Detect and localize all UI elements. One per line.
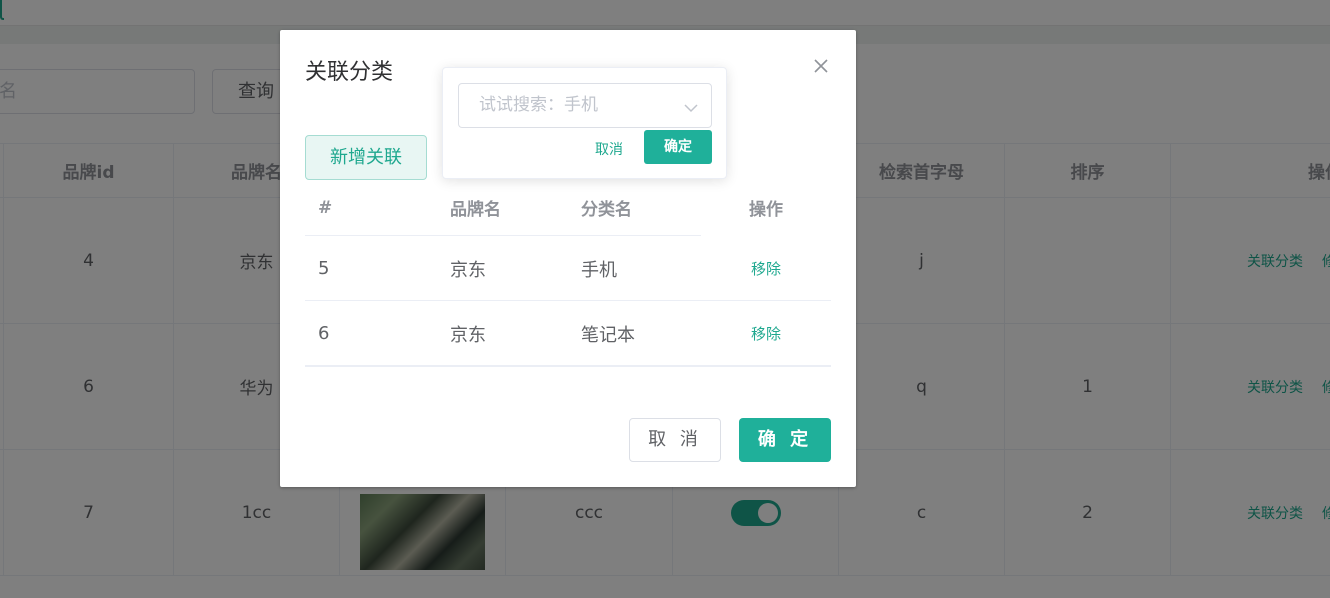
header-brand-name: 品牌名: [450, 200, 501, 220]
dialog-title: 关联分类: [305, 60, 394, 85]
dialog-confirm-label: 确 定: [757, 429, 813, 450]
header-index: #: [318, 197, 333, 218]
popover-cancel-button[interactable]: 取消: [595, 139, 623, 159]
table-row: 6 京东 笔记本 移除: [305, 302, 831, 367]
relation-actions: 移除: [701, 237, 831, 300]
relation-brand: 京东: [450, 324, 486, 346]
relation-id: 6: [318, 323, 330, 344]
header-category-name: 分类名: [581, 200, 632, 220]
add-relation-button[interactable]: 新增关联: [305, 135, 427, 180]
relation-actions: 移除: [701, 302, 831, 365]
add-relation-label: 新增关联: [330, 147, 402, 168]
category-select-popover: 试试搜索：手机 取消 确定: [442, 67, 727, 179]
header-actions: 操作: [749, 200, 783, 220]
dialog-confirm-button[interactable]: 确 定: [739, 418, 831, 462]
popover-confirm-label: 确定: [664, 139, 692, 155]
relation-category: 手机: [581, 259, 617, 281]
relation-brand: 京东: [450, 259, 486, 281]
chevron-down-icon: [683, 99, 699, 113]
category-select-placeholder: 试试搜索：手机: [479, 95, 598, 115]
remove-link[interactable]: 移除: [751, 323, 781, 344]
dialog-cancel-label: 取 消: [648, 429, 702, 450]
close-icon[interactable]: [811, 56, 831, 76]
popover-confirm-button[interactable]: 确定: [644, 130, 712, 164]
dialog-cancel-button[interactable]: 取 消: [629, 418, 721, 462]
category-cascader-select[interactable]: 试试搜索：手机: [458, 83, 712, 128]
relation-table-header: # 品牌名 分类名 操作: [305, 180, 783, 236]
remove-link[interactable]: 移除: [751, 258, 781, 279]
table-row: 5 京东 手机 移除: [305, 237, 831, 301]
relation-id: 5: [318, 258, 330, 279]
relation-category: 笔记本: [581, 324, 635, 346]
